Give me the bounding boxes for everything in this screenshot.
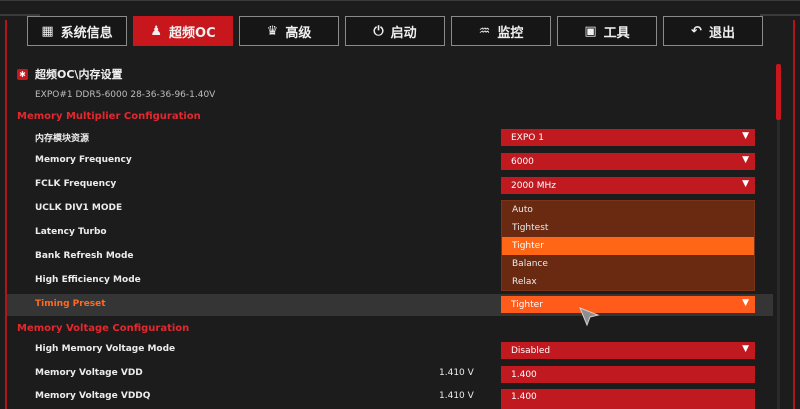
vddq-input[interactable]: 1.400 xyxy=(501,389,755,409)
tab-label: 超频OC xyxy=(169,25,216,41)
settings-icon: ✱ xyxy=(17,68,28,80)
option-auto[interactable]: Auto xyxy=(502,201,754,219)
input-value: 1.400 xyxy=(511,369,537,380)
caret-down-icon: ▼ xyxy=(742,155,749,165)
tab-advanced[interactable]: ♛ 高级 xyxy=(239,16,339,46)
label-timing-preset[interactable]: Timing Preset xyxy=(35,299,106,309)
dropdown-value: 2000 MHz xyxy=(511,180,557,191)
timing-preset-options: Auto Tightest Tighter Balance Relax xyxy=(501,200,755,291)
label-voltage-vdd: Memory Voltage VDD xyxy=(35,368,143,378)
tab-label: 监控 xyxy=(497,25,524,41)
tab-system-info[interactable]: ▦ 系统信息 xyxy=(27,16,127,46)
top-nav: ▦ 系统信息 ♟ 超频OC ♛ 高级 ⏻ 启动 ♒ 监控 ▣ 工具 ↶ 退出 xyxy=(27,16,769,46)
vdd-input[interactable]: 1.400 xyxy=(501,366,755,383)
label-module-source: 内存模块资源 xyxy=(35,134,90,144)
tab-boot[interactable]: ⏻ 启动 xyxy=(345,16,445,46)
option-relax[interactable]: Relax xyxy=(502,273,754,291)
dropdown-value: Disabled xyxy=(511,345,551,356)
label-memory-frequency: Memory Frequency xyxy=(35,155,132,165)
scrollbar-thumb[interactable] xyxy=(776,64,781,120)
section-memory-multiplier: Memory Multiplier Configuration xyxy=(17,111,201,122)
pulse-icon: ♒ xyxy=(478,23,491,39)
bell-icon: ♟ xyxy=(150,23,163,39)
tab-exit[interactable]: ↶ 退出 xyxy=(663,16,763,46)
caret-down-icon: ▼ xyxy=(742,131,749,141)
tab-label: 系统信息 xyxy=(60,25,113,41)
label-bank-refresh[interactable]: Bank Refresh Mode xyxy=(35,251,134,261)
option-balance[interactable]: Balance xyxy=(502,255,754,273)
vddq-current-value: 1.410 V xyxy=(439,391,474,401)
back-arrow-icon: ↶ xyxy=(691,23,702,39)
tab-tools[interactable]: ▣ 工具 xyxy=(557,16,657,46)
frame-left-accent xyxy=(5,20,7,409)
label-high-efficiency[interactable]: High Efficiency Mode xyxy=(35,275,141,285)
section-memory-voltage: Memory Voltage Configuration xyxy=(17,323,190,334)
tab-label: 工具 xyxy=(603,25,630,41)
tab-label: 启动 xyxy=(390,25,417,41)
caret-down-icon: ▼ xyxy=(742,344,749,354)
breadcrumb: 超频OC\内存设置 xyxy=(35,68,123,81)
label-fclk-frequency: FCLK Frequency xyxy=(35,179,117,189)
grid-icon: ▦ xyxy=(41,23,54,39)
caret-down-icon: ▼ xyxy=(742,179,749,189)
dropdown-value: Tighter xyxy=(511,299,543,310)
timing-preset-dropdown[interactable]: Tighter ▼ xyxy=(501,296,755,313)
memory-frequency-dropdown[interactable]: 6000 ▼ xyxy=(501,153,755,170)
tab-overclock[interactable]: ♟ 超频OC xyxy=(133,16,233,46)
crown-icon: ♛ xyxy=(266,23,279,39)
caret-down-icon: ▼ xyxy=(742,298,749,308)
dropdown-value: EXPO 1 xyxy=(511,132,544,143)
label-latency-turbo[interactable]: Latency Turbo xyxy=(35,227,107,237)
expo-profile-info: EXPO#1 DDR5-6000 28-36-36-96-1.40V xyxy=(35,90,216,100)
page-title: ✱ 超频OC\内存设置 xyxy=(17,66,122,82)
power-icon: ⏻ xyxy=(373,23,384,39)
fclk-frequency-dropdown[interactable]: 2000 MHz ▼ xyxy=(501,177,755,194)
input-value: 1.400 xyxy=(511,392,537,402)
frame-right-accent xyxy=(793,20,795,409)
label-high-memory-voltage: High Memory Voltage Mode xyxy=(35,344,176,354)
module-source-dropdown[interactable]: EXPO 1 ▼ xyxy=(501,129,755,146)
dropdown-value: 6000 xyxy=(511,156,534,167)
label-voltage-vddq: Memory Voltage VDDQ xyxy=(35,391,151,401)
option-tightest[interactable]: Tightest xyxy=(502,219,754,237)
option-tighter-selected[interactable]: Tighter xyxy=(502,237,754,255)
tab-label: 退出 xyxy=(708,25,735,41)
vdd-current-value: 1.410 V xyxy=(439,368,474,378)
tab-label: 高级 xyxy=(285,25,312,41)
label-uclk-div1[interactable]: UCLK DIV1 MODE xyxy=(35,203,122,213)
toolbox-icon: ▣ xyxy=(584,23,597,39)
mouse-pointer-icon xyxy=(579,307,600,327)
high-memory-voltage-dropdown[interactable]: Disabled ▼ xyxy=(501,342,755,359)
tab-monitor[interactable]: ♒ 监控 xyxy=(451,16,551,46)
